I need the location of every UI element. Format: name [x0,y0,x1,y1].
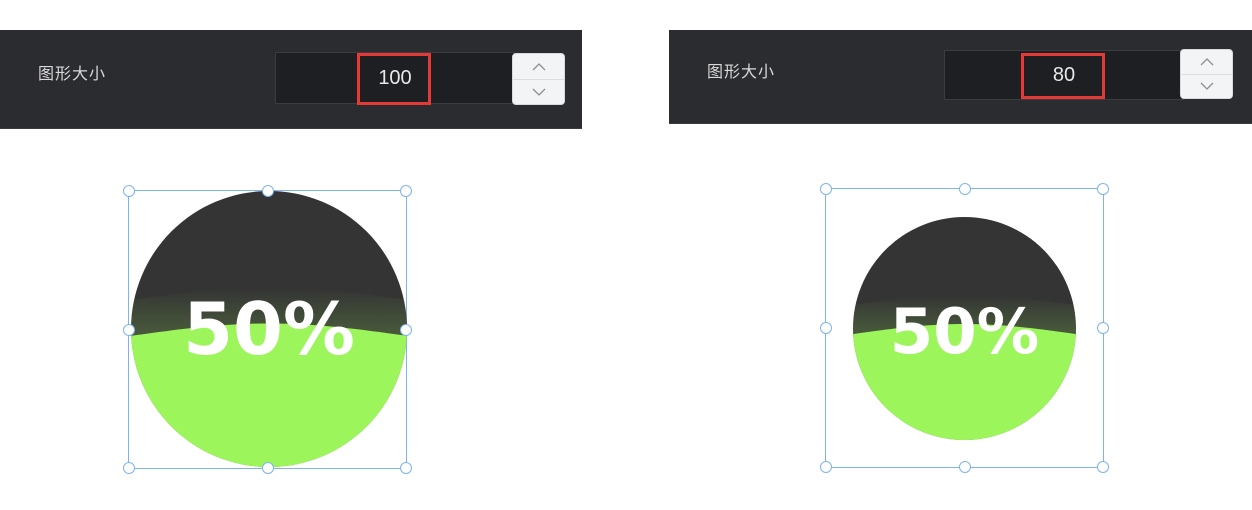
liquid-gauge-right[interactable]: 50% [853,217,1076,440]
value-highlight-box [357,53,431,105]
resize-handle-top-right[interactable] [400,185,412,197]
step-up-button[interactable] [513,54,564,80]
resize-handle-bottom-right[interactable] [400,462,412,474]
property-panel-left: 图形大小 100 [0,30,582,129]
shape-size-input[interactable]: 80 [944,50,1184,100]
size-stepper[interactable] [512,53,565,105]
size-stepper[interactable] [1180,49,1233,99]
step-down-button[interactable] [1181,74,1232,98]
resize-handle-top[interactable] [958,183,971,195]
resize-handle-bottom-left[interactable] [123,462,135,474]
gauge-percent-text: 50% [890,295,1039,368]
gauge-percent-text: 50% [183,287,355,371]
chevron-up-icon [532,62,545,70]
value-highlight-box [1021,53,1105,99]
resize-handle-left[interactable] [820,322,832,334]
resize-handle-top-left[interactable] [123,185,135,197]
liquid-gauge-graphic: 50% [131,191,407,467]
resize-handle-bottom[interactable] [261,462,274,474]
resize-handle-top-left[interactable] [820,183,832,195]
chevron-up-icon [1200,58,1213,66]
shape-size-label: 图形大小 [707,62,776,81]
resize-handle-right[interactable] [1097,322,1109,334]
resize-handle-top-right[interactable] [1097,183,1109,195]
liquid-gauge-graphic: 50% [853,217,1076,440]
shape-size-input[interactable]: 100 [275,52,515,105]
stage: 图形大小 100 图形大小 80 50% 50% [0,0,1252,510]
shape-size-label: 图形大小 [38,64,107,83]
step-up-button[interactable] [1181,50,1232,75]
resize-handle-bottom-right[interactable] [1097,461,1109,473]
resize-handle-right[interactable] [400,323,412,336]
property-panel-right: 图形大小 80 [669,30,1252,124]
resize-handle-left[interactable] [123,323,135,336]
resize-handle-bottom[interactable] [958,461,971,473]
resize-handle-top[interactable] [261,185,274,197]
step-down-button[interactable] [513,79,564,104]
liquid-gauge-left[interactable]: 50% [131,191,407,467]
chevron-down-icon [532,88,545,96]
resize-handle-bottom-left[interactable] [820,461,832,473]
chevron-down-icon [1200,82,1213,90]
